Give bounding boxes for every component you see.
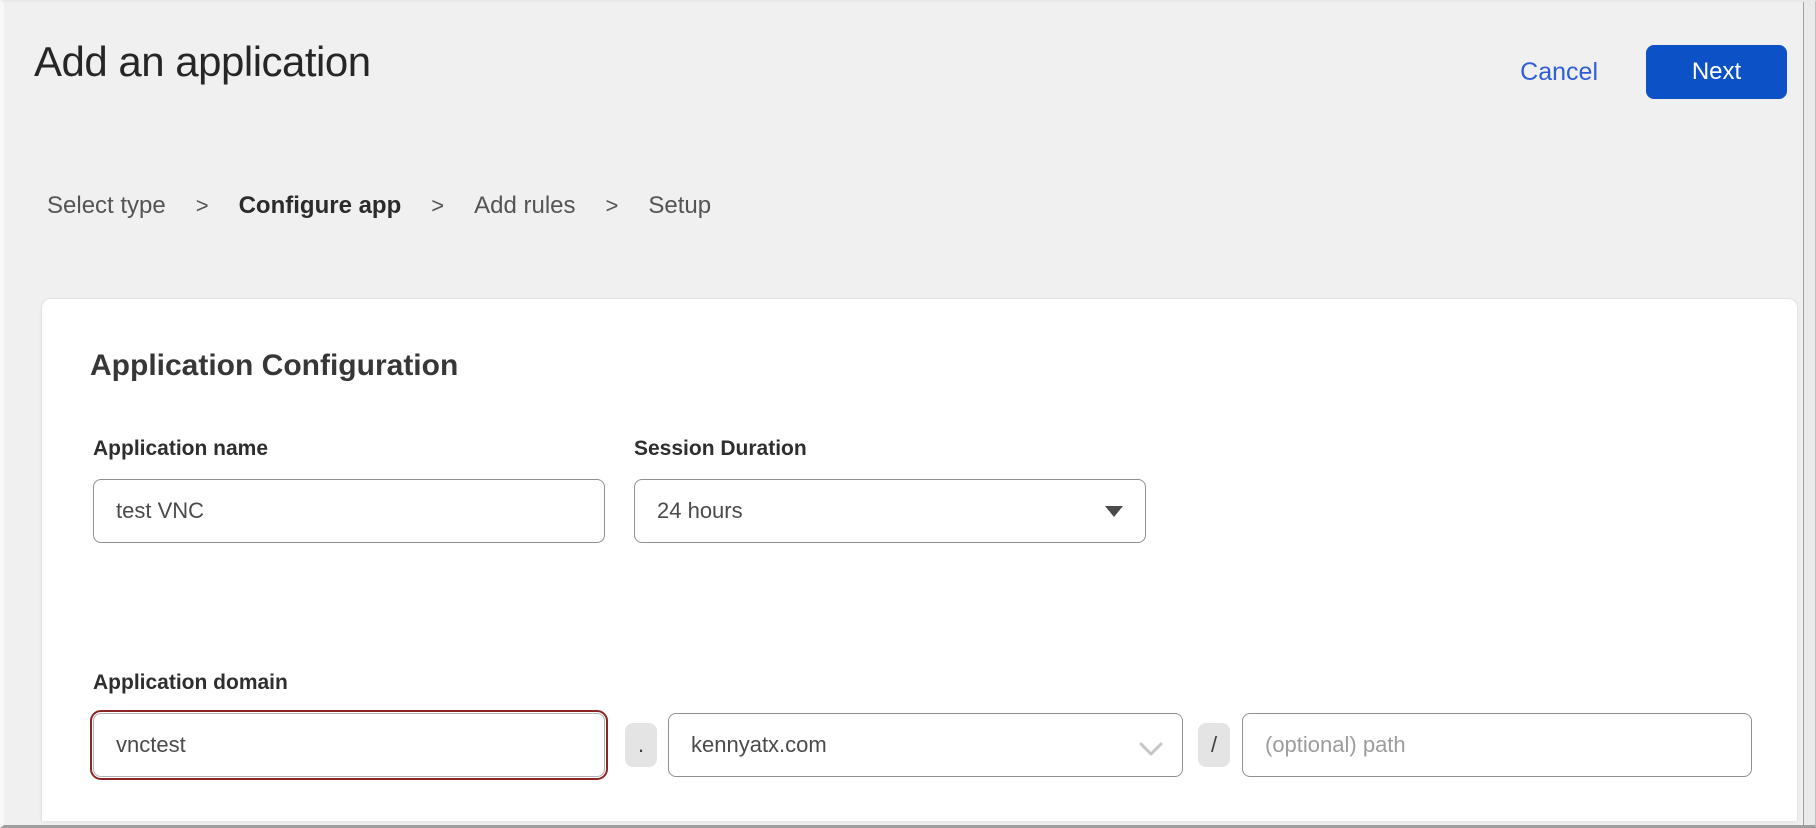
caret-down-icon <box>1105 506 1123 517</box>
breadcrumb-separator: > <box>196 193 209 219</box>
step-add-rules[interactable]: Add rules <box>474 192 575 220</box>
slash-separator: / <box>1198 723 1230 767</box>
header-actions: Cancel Next <box>1520 44 1787 100</box>
session-duration-label: Session Duration <box>634 437 807 461</box>
application-domain-label: Application domain <box>93 671 288 695</box>
domain-select[interactable]: kennyatx.com <box>668 713 1183 777</box>
application-configuration-card: Application Configuration Application na… <box>41 298 1798 821</box>
section-title: Application Configuration <box>90 349 458 383</box>
application-name-label: Application name <box>93 437 268 461</box>
breadcrumb-separator: > <box>606 193 619 219</box>
session-duration-select[interactable]: 24 hours <box>634 479 1146 543</box>
step-select-type[interactable]: Select type <box>47 192 166 220</box>
chevron-down-icon <box>1138 737 1164 763</box>
next-button[interactable]: Next <box>1646 45 1787 99</box>
domain-value: kennyatx.com <box>691 732 827 758</box>
cancel-button[interactable]: Cancel <box>1520 58 1598 87</box>
page-title: Add an application <box>34 38 371 86</box>
breadcrumb: Select type > Configure app > Add rules … <box>47 192 711 220</box>
dot-separator: . <box>625 723 657 767</box>
path-input[interactable] <box>1242 713 1752 777</box>
step-configure-app[interactable]: Configure app <box>239 192 402 220</box>
subdomain-input[interactable] <box>93 713 605 777</box>
scrollbar[interactable] <box>1803 2 1815 825</box>
session-duration-value: 24 hours <box>657 498 743 524</box>
step-setup[interactable]: Setup <box>648 192 711 220</box>
add-application-page: Add an application Cancel Next Select ty… <box>0 0 1816 828</box>
breadcrumb-separator: > <box>431 193 444 219</box>
application-name-input[interactable] <box>93 479 605 543</box>
